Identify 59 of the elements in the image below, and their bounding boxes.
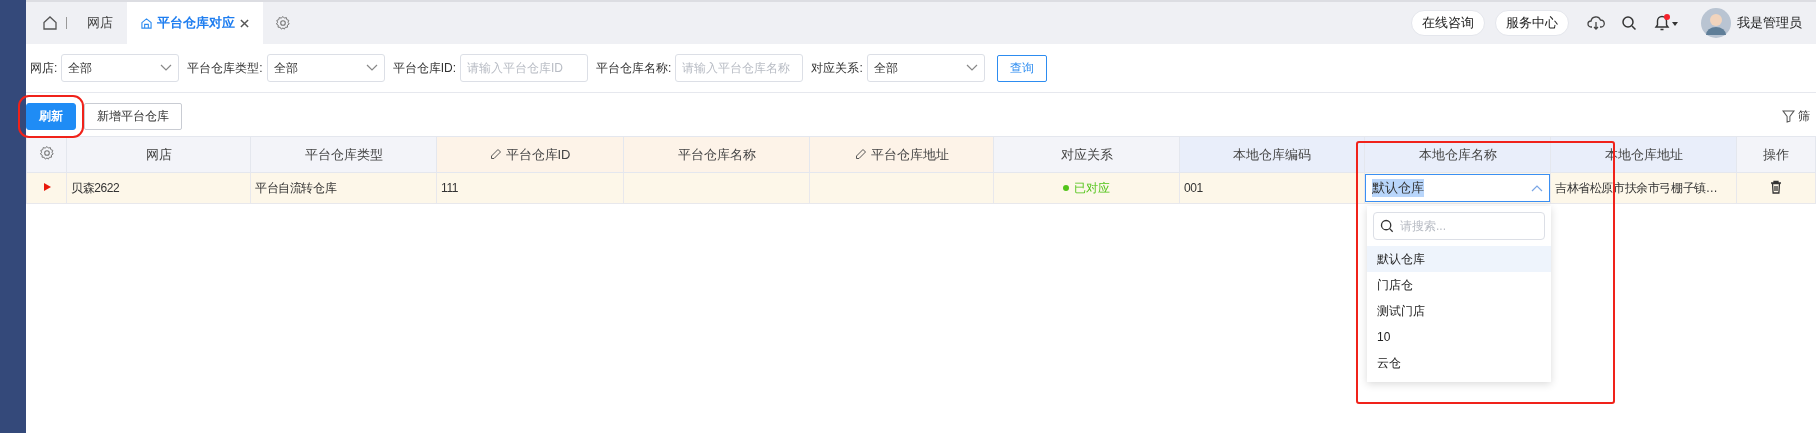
dropdown-option[interactable]: 门店仓 [1367, 272, 1551, 298]
user-name[interactable]: 我是管理员 [1737, 14, 1802, 32]
filter-link[interactable]: 筛 [1782, 108, 1810, 125]
search-icon[interactable] [1621, 15, 1637, 31]
column-header[interactable]: 平台仓库类型 [250, 136, 437, 173]
chevron-down-icon [365, 64, 378, 72]
column-header[interactable]: 平台仓库ID [436, 136, 624, 173]
table-cell: 贝森2622 [71, 179, 120, 197]
column-header[interactable]: 网店 [66, 136, 251, 173]
close-icon[interactable] [240, 18, 249, 28]
dropdown-option[interactable]: 默认仓库 [1367, 246, 1551, 272]
chevron-down-icon [160, 64, 173, 72]
bell-icon[interactable] [1653, 14, 1679, 32]
select-field[interactable]: 全部 [61, 54, 180, 82]
query-button[interactable]: 查询 [996, 54, 1047, 82]
select-field[interactable]: 全部 [866, 54, 985, 82]
filter-label: 平台仓库名称: [596, 59, 672, 77]
status-text: 已对应 [1063, 179, 1110, 197]
search-icon [1380, 219, 1394, 233]
column-header[interactable]: 平台仓库地址 [809, 136, 994, 173]
column-header[interactable]: 本地仓库编码 [1179, 136, 1365, 173]
search-field[interactable]: 请搜索... [1373, 212, 1545, 240]
filter-icon [1782, 110, 1795, 123]
filter-label: 平台仓库ID: [392, 59, 457, 77]
column-header[interactable] [26, 136, 67, 173]
tab[interactable]: 网店 [73, 2, 127, 44]
settings-icon[interactable] [275, 15, 291, 31]
home-icon[interactable] [42, 15, 58, 31]
cloud-download-icon[interactable] [1587, 15, 1605, 31]
chevron-icon [1531, 184, 1543, 192]
settings-icon[interactable] [38, 145, 55, 161]
dropdown-option[interactable]: 云仓 [1367, 350, 1551, 376]
header-button[interactable]: 在线咨询 [1411, 10, 1485, 36]
avatar[interactable] [1701, 8, 1731, 38]
table-cell: 平台自流转仓库 [255, 179, 337, 197]
filter-label: 网店: [30, 59, 58, 77]
header-button[interactable]: 服务中心 [1495, 10, 1569, 36]
input-field[interactable]: 请输入平台仓库名称 [675, 54, 804, 82]
column-header[interactable]: 操作 [1736, 136, 1816, 173]
column-header[interactable]: 平台仓库名称 [623, 136, 810, 173]
chevron-down-icon [965, 64, 978, 72]
pencil-icon [489, 147, 502, 160]
select-field[interactable]: 默认仓库 [1365, 174, 1550, 202]
expand-icon[interactable] [41, 182, 52, 192]
table-cell: 001 [1184, 181, 1203, 195]
column-header[interactable]: 本地仓库名称 [1364, 136, 1551, 173]
filter-label: 对应关系: [811, 59, 863, 77]
dropdown-option[interactable]: 测试门店 [1367, 298, 1551, 324]
select-field[interactable]: 全部 [266, 54, 385, 82]
toolbar-button[interactable]: 新增平台仓库 [84, 103, 182, 130]
dropdown-option[interactable]: 10 [1367, 324, 1551, 350]
trash-icon[interactable] [1770, 179, 1782, 194]
pencil-icon [854, 147, 867, 160]
tab[interactable]: 平台仓库对应 [127, 2, 263, 44]
column-header[interactable]: 对应关系 [993, 136, 1180, 173]
table-cell: 111 [441, 181, 459, 195]
input-field[interactable]: 请输入平台仓库ID [460, 54, 589, 82]
filter-label: 平台仓库类型: [187, 59, 263, 77]
warehouse-icon [141, 17, 152, 29]
